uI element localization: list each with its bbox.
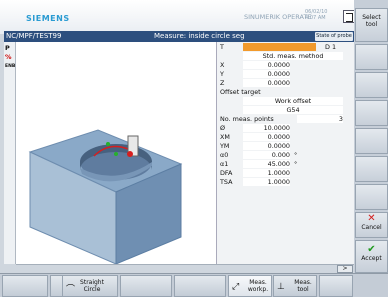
softkey-v4[interactable]	[355, 100, 388, 126]
cancel-button[interactable]: ✕ Cancel	[355, 212, 388, 238]
straight-circle-icon: ⌒	[66, 285, 76, 295]
status-enb: ENB	[5, 64, 16, 69]
accept-icon: ✔	[367, 244, 376, 255]
softkey-v5[interactable]	[355, 128, 388, 154]
softkey-v6[interactable]	[355, 156, 388, 182]
z-row: Z 0.0000	[217, 79, 355, 88]
d-number: D 1	[325, 43, 337, 51]
dfa-row: DFA 1.0000	[217, 169, 355, 178]
ym-field[interactable]: 0.0000	[243, 142, 290, 150]
date-time: 06/02/10 4:07 AM	[305, 9, 327, 21]
path-bar: NC/MPF/TEST99 Measure: inside circle seg…	[4, 31, 354, 42]
z-label: Z	[220, 79, 225, 87]
method-row: Std. meas. method	[217, 52, 355, 61]
xm-label: XM	[220, 133, 230, 141]
x-label: X	[220, 61, 225, 69]
softkey-h8[interactable]	[319, 275, 353, 297]
measurement-graphic	[16, 42, 216, 265]
straight-circle-label: Straight Circle	[80, 279, 104, 293]
bottom-softkey-bar: ⌒ Straight Circle ⤢ Meas. workp. ⊥ Meas.…	[0, 273, 388, 297]
tsa-label: TSA	[220, 178, 233, 186]
accept-label: Accept	[361, 255, 382, 262]
meas-tool-icon: ⊥	[277, 282, 285, 292]
probe-state-badge[interactable]: State of probe	[315, 31, 353, 41]
meas-workpiece-icon: ⤢	[232, 282, 240, 292]
horizontal-scrollbar[interactable]: >	[16, 264, 354, 273]
softkey-v2[interactable]	[355, 44, 388, 70]
tool-row: T D 1	[217, 43, 355, 52]
softkey-h5[interactable]	[174, 275, 226, 297]
softkey-v3[interactable]	[355, 72, 388, 98]
softkey-h4[interactable]	[120, 275, 172, 297]
method-field[interactable]: Std. meas. method	[243, 52, 343, 60]
x-row: X 0.0000	[217, 61, 355, 70]
meas-tool-button[interactable]: ⊥ Meas. tool	[273, 275, 317, 297]
alpha0-unit: °	[294, 151, 298, 159]
parameter-panel: T D 1 Std. meas. method X 0.0000 Y 0.000…	[216, 42, 354, 264]
dialog-title: Measure: inside circle seg	[154, 32, 245, 40]
softkey-v7[interactable]	[355, 184, 388, 210]
channel-status-column: P % ENB	[4, 42, 16, 264]
offset-id-field[interactable]: G54	[243, 106, 343, 114]
offset-target-label: Offset target	[220, 88, 261, 96]
top-bar: SIEMENS SINUMERIK OPERATE 06/02/10 4:07 …	[0, 0, 388, 34]
xm-row: XM 0.0000	[217, 133, 355, 142]
straight-circle-button[interactable]: ⌒ Straight Circle	[62, 275, 118, 297]
dfa-field[interactable]: 1.0000	[243, 169, 290, 177]
ym-label: YM	[220, 142, 230, 150]
center-marker	[114, 152, 118, 156]
x-field[interactable]: 0.0000	[243, 61, 290, 69]
y-row: Y 0.0000	[217, 70, 355, 79]
scroll-right-button[interactable]: >	[337, 265, 353, 273]
brand-logo: SIEMENS	[26, 14, 70, 23]
measure-point-marker	[106, 142, 110, 146]
accept-button[interactable]: ✔ Accept	[355, 240, 388, 273]
tsa-field[interactable]: 1.0000	[243, 178, 290, 186]
offset-id-row: G54	[217, 106, 355, 115]
status-p: P	[5, 44, 10, 52]
workpiece-illustration	[28, 129, 183, 265]
product-name: SINUMERIK OPERATE	[244, 13, 312, 21]
meas-workpiece-label: Meas. workp.	[247, 279, 269, 293]
y-label: Y	[220, 70, 224, 78]
softkey-h1[interactable]	[2, 275, 48, 297]
dia-label: Ø	[220, 124, 226, 132]
program-path: NC/MPF/TEST99	[6, 32, 62, 40]
xm-field[interactable]: 0.0000	[243, 133, 290, 141]
cancel-icon: ✕	[367, 213, 376, 224]
offset-target-row: Offset target	[217, 88, 355, 97]
offset-target-value-row: Work offset	[217, 97, 355, 106]
meas-tool-label: Meas. tool	[294, 279, 312, 293]
select-tool-button[interactable]: Select tool	[355, 8, 388, 42]
z-field[interactable]: 0.0000	[243, 79, 290, 87]
ym-row: YM 0.0000	[217, 142, 355, 151]
num-points-row: No. meas. points 3	[217, 115, 355, 124]
tool-label: T	[220, 43, 224, 51]
tool-field[interactable]	[243, 43, 316, 51]
alpha0-label: α0	[220, 151, 229, 159]
alpha1-unit: °	[294, 160, 298, 168]
dia-field[interactable]: 10.0000	[243, 124, 290, 132]
time: 4:07 AM	[305, 15, 326, 21]
num-points-field[interactable]: 3	[297, 115, 343, 123]
dfa-label: DFA	[220, 169, 233, 177]
offset-target-field[interactable]: Work offset	[243, 97, 343, 105]
y-field[interactable]: 0.0000	[243, 70, 290, 78]
alpha1-label: α1	[220, 160, 229, 168]
meas-workpiece-button[interactable]: ⤢ Meas. workp.	[228, 275, 272, 297]
tsa-row: TSA 1.0000	[217, 178, 355, 187]
num-points-label: No. meas. points	[220, 115, 274, 123]
alpha1-field[interactable]: 45.000	[243, 160, 290, 168]
right-softkey-bar: Select tool ✕ Cancel ✔ Accept	[354, 0, 388, 275]
select-tool-label: Select tool	[362, 14, 381, 28]
cancel-label: Cancel	[361, 224, 382, 231]
alpha1-row: α1 45.000 °	[217, 160, 355, 169]
alpha0-row: α0 0.000 °	[217, 151, 355, 160]
dia-row: Ø 10.0000	[217, 124, 355, 133]
status-percent: %	[5, 53, 12, 61]
alpha0-field[interactable]: 0.000	[243, 151, 290, 159]
